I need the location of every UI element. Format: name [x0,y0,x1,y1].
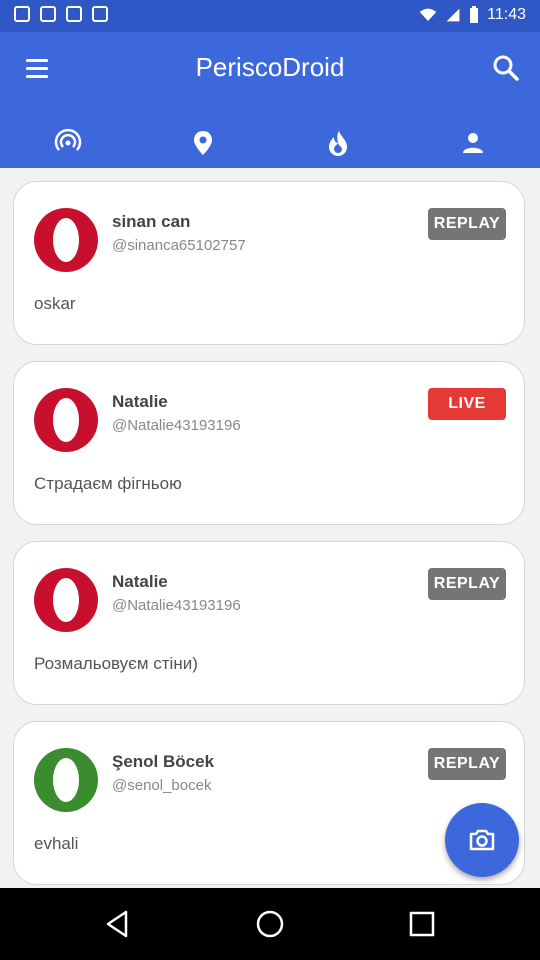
broadcaster-handle: @senol_bocek [112,777,212,794]
broadcaster-name: sinan can [112,212,191,231]
broadcaster-name: Natalie [112,572,168,591]
battery-icon [470,6,479,23]
recents-icon[interactable] [406,908,438,940]
broadcast-card[interactable]: Natalie @Natalie43193196 REPLAY Розмальо… [13,541,525,705]
broadcast-description: Розмальовуєм стіни) [34,654,198,673]
avatar[interactable] [34,568,98,632]
avatar[interactable] [34,748,98,812]
avatar[interactable] [34,388,98,452]
tab-bar [0,118,540,168]
location-pin-icon [193,131,212,155]
notification-icon [40,6,56,22]
camera-icon [469,829,495,851]
wifi-icon [419,8,437,21]
notification-icon [14,6,30,22]
replay-badge[interactable]: REPLAY [428,748,506,780]
system-navigation-bar [0,888,540,960]
notification-icon [92,6,108,22]
tab-broadcast[interactable] [0,118,135,168]
signal-icon [446,8,460,22]
camera-fab-button[interactable] [445,803,519,877]
broadcaster-handle: @sinanca65102757 [112,237,246,254]
broadcast-description: oskar [34,294,76,313]
broadcast-card[interactable]: sinan can @sinanca65102757 REPLAY oskar [13,181,525,345]
replay-badge[interactable]: REPLAY [428,568,506,600]
broadcaster-name: Şenol Böcek [112,752,215,771]
broadcast-card[interactable]: Şenol Böcek @senol_bocek REPLAY evhali [13,721,525,885]
home-icon[interactable] [254,908,286,940]
app-title: PeriscoDroid [195,52,345,82]
broadcaster-name: Natalie [112,392,168,411]
flame-icon [328,131,347,156]
broadcast-description: Страдаєм фігньою [34,474,182,493]
tab-profile[interactable] [405,118,540,168]
avatar[interactable] [34,208,98,272]
broadcast-icon [54,128,81,151]
broadcaster-handle: @Natalie43193196 [112,417,241,434]
broadcast-list: sinan can @sinanca65102757 REPLAY oskar … [0,168,540,888]
app-bar: PeriscoDroid [0,32,540,168]
broadcast-card[interactable]: Natalie @Natalie43193196 LIVE Страдаєм ф… [13,361,525,525]
replay-badge[interactable]: REPLAY [428,208,506,240]
tab-location[interactable] [135,118,270,168]
broadcast-description: evhali [34,834,79,853]
status-bar: 11:43 [0,0,540,32]
broadcaster-handle: @Natalie43193196 [112,597,241,614]
notification-icon [66,6,82,22]
tab-popular[interactable] [270,118,405,168]
status-time: 11:43 [487,6,526,23]
live-badge[interactable]: LIVE [428,388,506,420]
search-icon [493,55,519,81]
person-icon [462,133,483,153]
search-button[interactable] [490,52,522,84]
notification-icons [14,6,108,22]
back-icon[interactable] [102,908,134,940]
